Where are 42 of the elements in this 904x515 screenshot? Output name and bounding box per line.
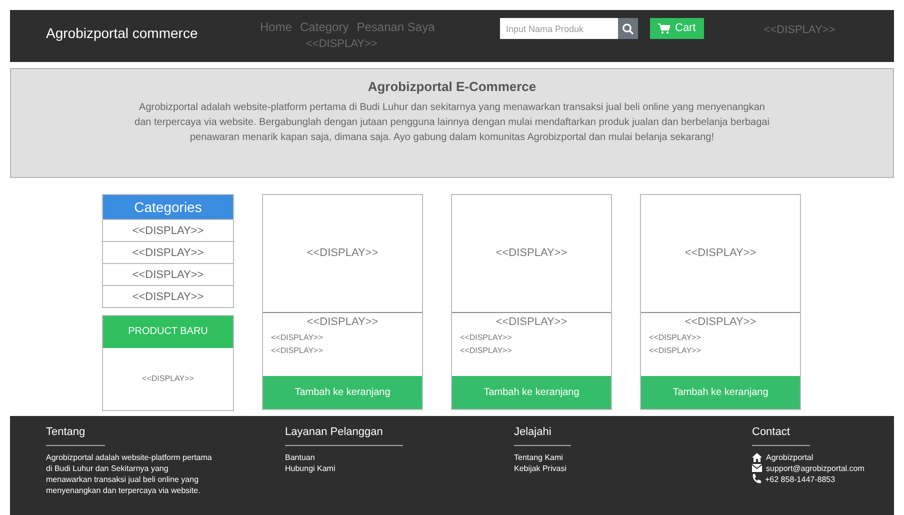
footer-heading: Tentang xyxy=(46,424,106,446)
footer-heading: Layanan Pelanggan xyxy=(285,424,403,446)
product-display-text: <<DISPLAY>> xyxy=(641,195,800,313)
contact-text: support@agrobizportal.com xyxy=(766,462,864,474)
product-display-text: <<DISPLAY>> xyxy=(263,195,422,313)
product-name: <<DISPLAY>> xyxy=(306,315,380,330)
product-detail: <<DISPLAY>> xyxy=(648,332,702,344)
product-detail: <<DISPLAY>> xyxy=(459,344,513,356)
nav-display-text: <<DISPLAY>> xyxy=(305,37,378,52)
new-product-header: PRODUCT BARU xyxy=(103,316,233,348)
search-icon xyxy=(622,22,634,34)
footer-heading: Jelajahi xyxy=(514,424,572,446)
contact-text: +62 858-1447-8853 xyxy=(765,474,836,484)
envelope-icon xyxy=(752,464,762,472)
footer-link[interactable]: Hubungi Kami xyxy=(285,462,514,474)
footer-link[interactable]: Tentang Kami xyxy=(514,452,752,462)
banner-title: Agrobizportal E-Commerce xyxy=(368,78,536,96)
category-item[interactable]: <<DISPLAY>> xyxy=(103,219,233,241)
footer-heading: Contact xyxy=(752,424,810,446)
category-item[interactable]: <<DISPLAY>> xyxy=(103,241,233,263)
brand-name[interactable]: Agrobizportal commerce xyxy=(46,18,260,44)
product-detail: <<DISPLAY>> xyxy=(270,332,324,344)
home-icon xyxy=(752,452,762,462)
product-detail: <<DISPLAY>> xyxy=(648,344,702,356)
product-name: <<DISPLAY>> xyxy=(684,315,758,330)
category-item[interactable]: <<DISPLAY>> xyxy=(103,285,233,307)
product-name: <<DISPLAY>> xyxy=(494,315,568,330)
phone-icon xyxy=(752,474,761,484)
footer-link[interactable]: Bantuan xyxy=(285,452,514,462)
categories-header: Categories xyxy=(103,195,233,219)
product-detail: <<DISPLAY>> xyxy=(459,332,513,344)
footer-link[interactable]: Kebijak Privasi xyxy=(514,462,752,474)
product-detail: <<DISPLAY>> xyxy=(270,344,324,356)
category-item[interactable]: <<DISPLAY>> xyxy=(103,263,233,285)
product-display-text: <<DISPLAY>> xyxy=(452,195,611,313)
banner-text: Agrobizportal adalah website-platform pertama di Budi Luhur dan sekitarnya yang menawarkan transaksi jual beli online yang menyenangkan dan terpercaya via website. Bergabunglah dengan jutaan pengguna lainnya dengan mulai mendaftarkan produk jualan dan berbelanja berbagai penawaran menarik kapan saja, dimana saja. Ayo gabung dalam komunitas Agrobizportal dan mulai belanja sekarang! xyxy=(134,100,770,144)
cart-icon xyxy=(658,23,670,34)
footer-text: Agrobizportal adalah website-platform pertama di Budi Luhur dan Sekitarnya yang menawarkan transaksi jual beli online yang menyenangkan dan terpercaya via website. xyxy=(46,452,213,496)
new-product-display-text: <<DISPLAY>> xyxy=(141,373,195,385)
search-field[interactable]: Input Nama Produk xyxy=(500,18,618,39)
contact-text: Agrobizportal xyxy=(766,452,814,462)
search-button[interactable] xyxy=(618,18,638,39)
